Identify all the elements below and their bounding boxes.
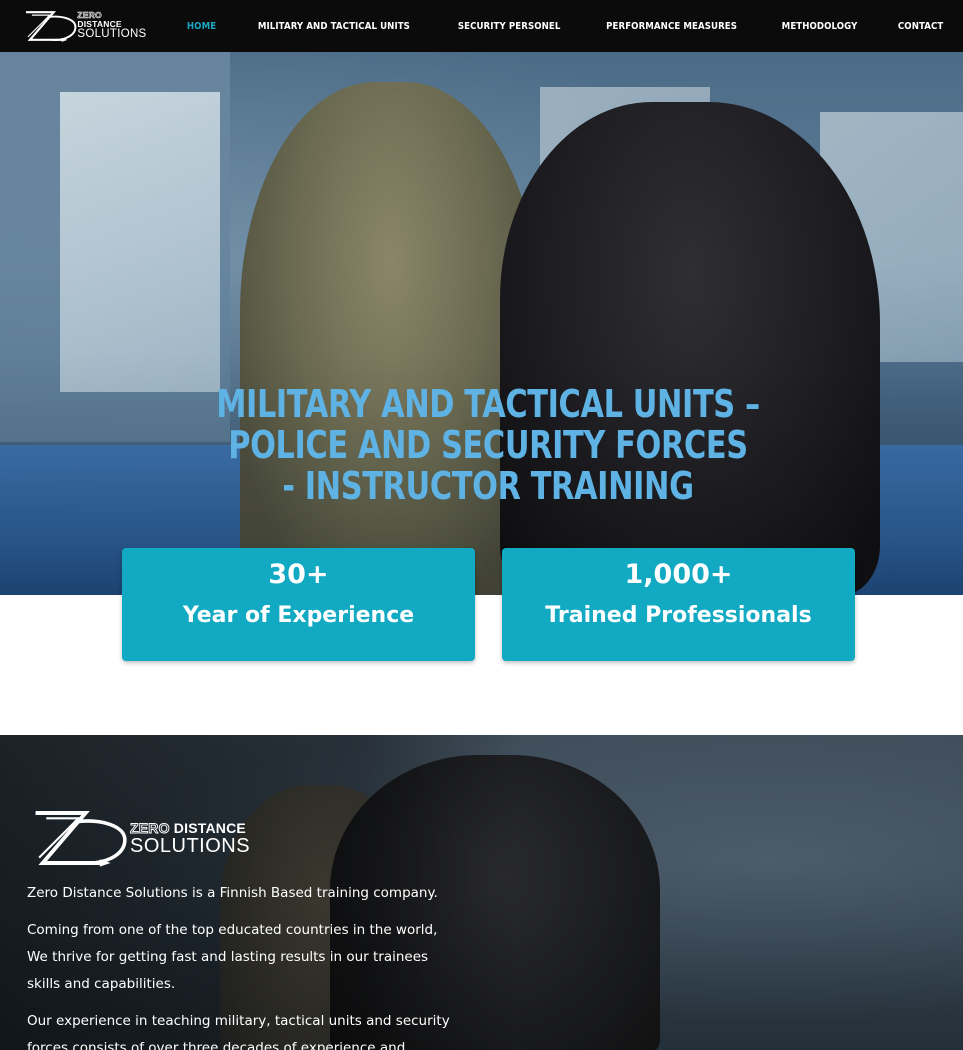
- about-brand-logo: ZERO DISTANCE SOLUTIONS: [32, 807, 252, 869]
- main-menu: HOME MILITARY AND TACTICAL UNITS SECURIT…: [171, 0, 943, 52]
- stat-card-trained-professionals: 1,000+ Trained Professionals: [502, 548, 855, 661]
- nav-item-performance-measures[interactable]: PERFORMANCE MEASURES: [595, 21, 749, 32]
- nav-item-security-personel[interactable]: SECURITY PERSONEL: [446, 21, 572, 32]
- brand-word-distance: DISTANCE: [173, 819, 246, 836]
- zd-logo-icon: [25, 11, 77, 42]
- nav-item-contact[interactable]: CONTACT: [886, 21, 943, 32]
- brand-word-solutions: SOLUTIONS: [77, 28, 147, 41]
- nav-item-home[interactable]: HOME: [175, 21, 228, 32]
- stat-label: Trained Professionals: [545, 603, 812, 628]
- stat-card-experience: 30+ Year of Experience: [122, 548, 475, 661]
- brand-word-solutions: SOLUTIONS: [130, 834, 251, 857]
- zd-logo-icon: [35, 811, 127, 867]
- about-text: Zero Distance Solutions is a Finnish Bas…: [27, 880, 457, 1050]
- about-paragraph: Our experience in teaching military, tac…: [27, 1013, 450, 1050]
- stat-number: 30+: [268, 559, 329, 590]
- hero-title-line2: - INSTRUCTOR TRAINING: [282, 464, 694, 508]
- hero-section: [0, 52, 963, 595]
- brand-word-zero: ZERO: [130, 819, 170, 836]
- stat-label: Year of Experience: [182, 603, 415, 628]
- hero-title-line1: MILITARY AND TACTICAL UNITS – POLICE AND…: [216, 382, 760, 467]
- brand-word-distance: DISTANCE: [77, 18, 122, 29]
- nav-item-military-tactical-units[interactable]: MILITARY AND TACTICAL UNITS: [246, 21, 421, 32]
- about-paragraph: Zero Distance Solutions is a Finnish Bas…: [27, 885, 438, 901]
- nav-item-methodology[interactable]: METHODOLOGY: [770, 21, 869, 32]
- stat-number: 1,000+: [624, 559, 733, 590]
- hero-title: MILITARY AND TACTICAL UNITS – POLICE AND…: [162, 384, 815, 507]
- top-navbar: ZERO DISTANCE SOLUTIONS HOME MILITARY AN…: [0, 0, 963, 52]
- about-section: ZERO DISTANCE SOLUTIONS Zero Distance So…: [0, 735, 963, 1050]
- about-paragraph: Coming from one of the top educated coun…: [27, 922, 438, 992]
- brand-logo[interactable]: ZERO DISTANCE SOLUTIONS: [24, 9, 148, 43]
